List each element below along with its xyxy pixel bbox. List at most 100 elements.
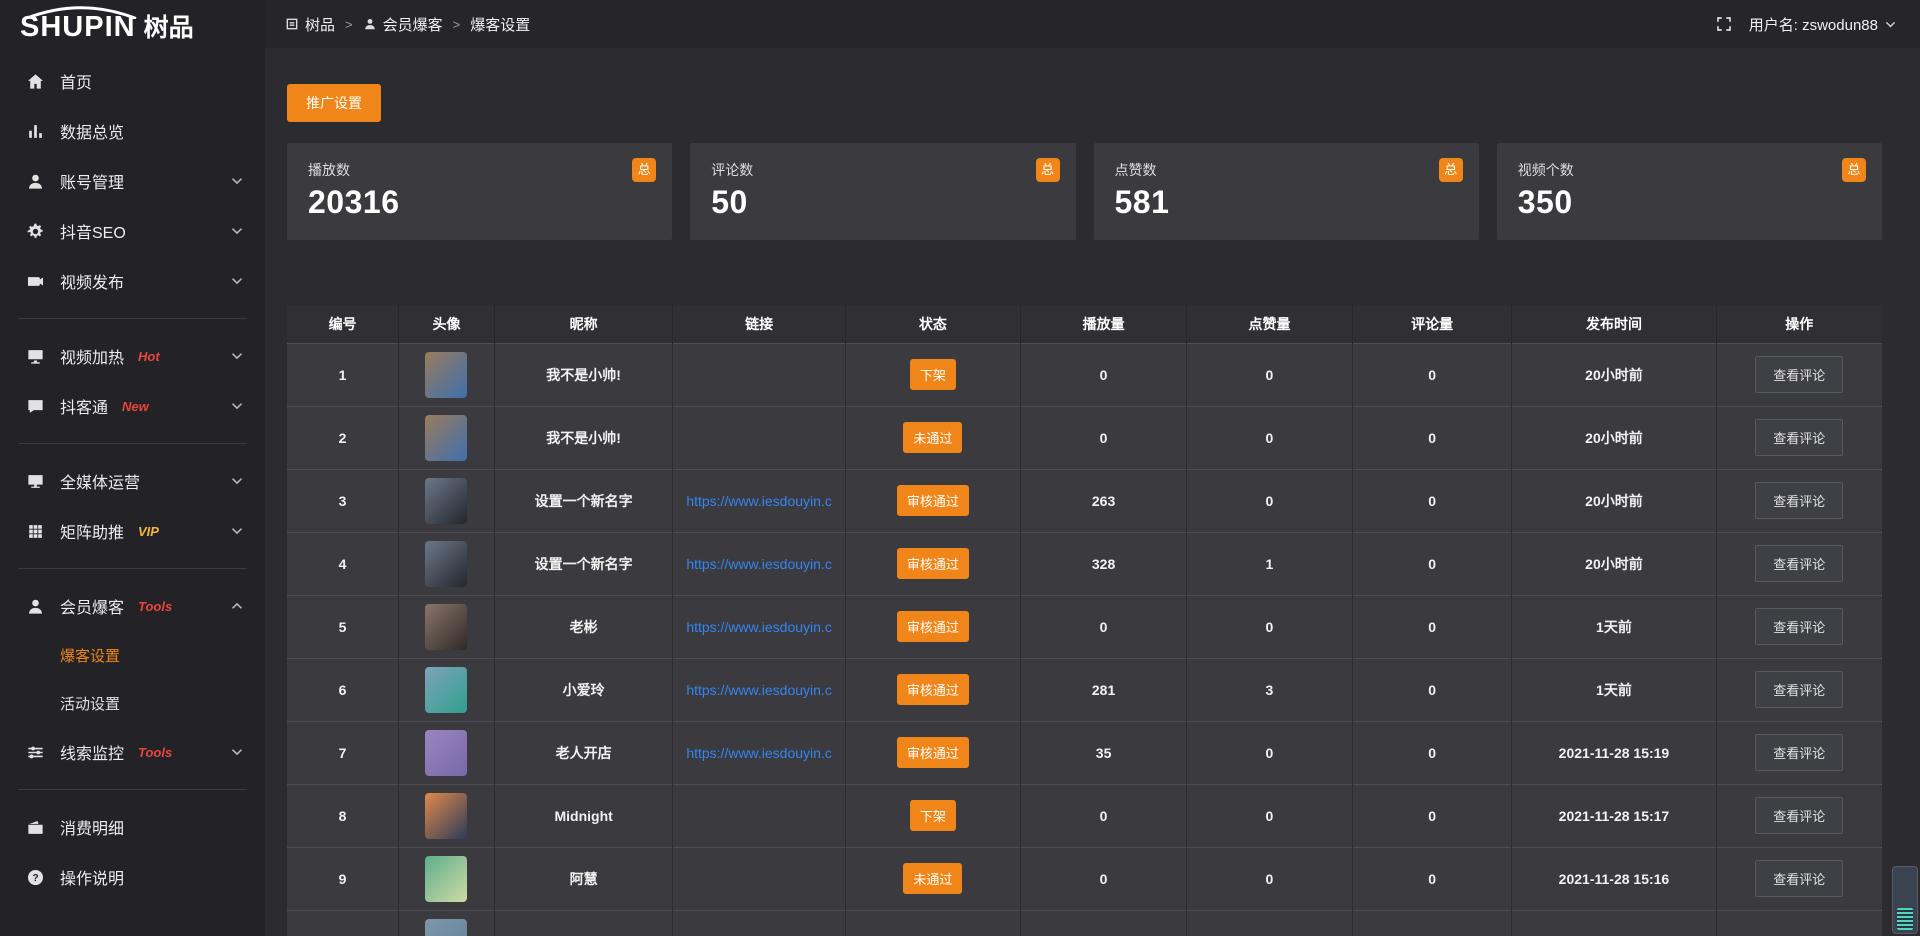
cell-number: 3 [287, 469, 399, 532]
cell-likes: 0 [1187, 784, 1353, 847]
cell-plays: 263 [1021, 469, 1187, 532]
cell-status: 审核通过 [845, 658, 1020, 721]
sidebar-item-label: 消费明细 [60, 815, 124, 839]
sidebar-item-matrix-boost[interactable]: 矩阵助推VIP [0, 506, 265, 556]
video-link[interactable]: https://www.iesdouyin.c [686, 682, 832, 698]
stat-card-plays: 播放数20316总 [287, 143, 672, 240]
chevron-down-icon [231, 177, 243, 185]
cell-comments: 0 [1352, 469, 1511, 532]
floating-widget-stripes [1897, 908, 1913, 930]
view-comments-button[interactable]: 查看评论 [1755, 419, 1843, 456]
cell-comments: 0 [1352, 532, 1511, 595]
sidebar-item-label: 抖客通 [60, 394, 108, 418]
video-link[interactable]: https://www.iesdouyin.c [686, 493, 832, 509]
sidebar-item-label: 全媒体运营 [60, 469, 140, 493]
cell-comments: 0 [1352, 721, 1511, 784]
cell-action: 查看评论 [1716, 532, 1882, 595]
cell-number: 7 [287, 721, 399, 784]
cell-status: 下架 [845, 343, 1020, 406]
sidebar-item-douketong[interactable]: 抖客通New [0, 381, 265, 431]
chevron-down-icon [231, 352, 243, 360]
fullscreen-icon[interactable] [1715, 15, 1733, 33]
cell-avatar [399, 469, 495, 532]
breadcrumb-item[interactable]: 爆客设置 [470, 14, 530, 35]
video-link[interactable]: https://www.iesdouyin.c [686, 745, 832, 761]
cell-publish-time: 20小时前 [1512, 406, 1716, 469]
floating-widget[interactable] [1892, 866, 1918, 934]
cell-publish-time: 20小时前 [1512, 343, 1716, 406]
breadcrumb-item[interactable]: 会员爆客 [363, 14, 443, 35]
chevron-down-icon [1885, 21, 1896, 28]
sidebar-item-video-publish[interactable]: 视频发布 [0, 256, 265, 306]
sidebar-item-video-heat[interactable]: 视频加热Hot [0, 331, 265, 381]
cell-avatar [399, 658, 495, 721]
view-comments-button[interactable]: 查看评论 [1755, 860, 1843, 897]
cell-comments: 0 [1352, 343, 1511, 406]
column-header: 评论量 [1352, 305, 1511, 343]
view-comments-button[interactable]: 查看评论 [1755, 356, 1843, 393]
avatar [425, 415, 467, 461]
breadcrumb-item[interactable]: 树品 [285, 14, 335, 35]
sidebar-item-douyin-seo[interactable]: 抖音SEO [0, 206, 265, 256]
chevron-up-icon [231, 602, 243, 610]
cell-number [287, 910, 399, 936]
avatar [425, 352, 467, 398]
sidebar-subitem-activity-settings[interactable]: 活动设置 [0, 679, 265, 727]
column-header: 昵称 [494, 305, 673, 343]
view-comments-button[interactable]: 查看评论 [1755, 671, 1843, 708]
promo-settings-button[interactable]: 推广设置 [287, 84, 381, 122]
sidebar-item-clue-monitor[interactable]: 线索监控Tools [0, 727, 265, 777]
cell-avatar [399, 721, 495, 784]
sidebar-subitem-baoke-settings[interactable]: 爆客设置 [0, 631, 265, 679]
cell-nickname [494, 910, 673, 936]
sidebar-item-home[interactable]: 首页 [0, 56, 265, 106]
cell-status: 未通过 [845, 406, 1020, 469]
sidebar-item-member-baoke[interactable]: 会员爆客Tools [0, 581, 265, 631]
cell-likes [1187, 910, 1353, 936]
cell-comments: 0 [1352, 595, 1511, 658]
cell-status [845, 910, 1020, 936]
view-comments-button[interactable]: 查看评论 [1755, 608, 1843, 645]
view-comments-button[interactable]: 查看评论 [1755, 797, 1843, 834]
sidebar-item-data-overview[interactable]: 数据总览 [0, 106, 265, 156]
sidebar-item-account-management[interactable]: 账号管理 [0, 156, 265, 206]
status-tag: 未通过 [903, 422, 962, 453]
cell-link [673, 910, 845, 936]
sidebar-item-badge: VIP [138, 524, 159, 539]
table-header-row: 编号头像昵称链接状态播放量点赞量评论量发布时间操作 [287, 305, 1882, 343]
cell-number: 1 [287, 343, 399, 406]
cell-comments: 0 [1352, 406, 1511, 469]
screen-icon [26, 347, 45, 366]
cell-plays: 0 [1021, 595, 1187, 658]
sidebar-divider [18, 568, 247, 569]
breadcrumb-label: 树品 [305, 14, 335, 35]
video-link[interactable]: https://www.iesdouyin.c [686, 556, 832, 572]
logo-arc [22, 6, 140, 19]
column-header: 头像 [399, 305, 495, 343]
sidebar-item-badge: Tools [138, 745, 172, 760]
view-comments-button[interactable]: 查看评论 [1755, 482, 1843, 519]
stat-card-videos: 视频个数350总 [1497, 143, 1882, 240]
cell-avatar [399, 784, 495, 847]
cell-publish-time: 2021-11-28 15:16 [1512, 847, 1716, 910]
table-row: 6小爱玲https://www.iesdouyin.c审核通过281301天前查… [287, 658, 1882, 721]
video-icon [26, 272, 45, 291]
table-row: 8Midnight下架0002021-11-28 15:17查看评论 [287, 784, 1882, 847]
video-link[interactable]: https://www.iesdouyin.c [686, 619, 832, 635]
view-comments-button[interactable]: 查看评论 [1755, 545, 1843, 582]
user-menu[interactable]: 用户名: zswodun88 [1749, 14, 1896, 35]
cell-status: 审核通过 [845, 469, 1020, 532]
avatar [425, 793, 467, 839]
sidebar-item-badge: Hot [138, 349, 160, 364]
cell-likes: 0 [1187, 406, 1353, 469]
cell-publish-time: 20小时前 [1512, 469, 1716, 532]
table-row [287, 910, 1882, 936]
monitor-icon [26, 472, 45, 491]
sidebar-item-omni-media[interactable]: 全媒体运营 [0, 456, 265, 506]
sidebar-item-operation-guide[interactable]: ?操作说明 [0, 852, 265, 902]
view-comments-button[interactable]: 查看评论 [1755, 734, 1843, 771]
cell-number: 4 [287, 532, 399, 595]
cell-action: 查看评论 [1716, 658, 1882, 721]
sidebar-item-consume-detail[interactable]: 消费明细 [0, 802, 265, 852]
cell-avatar [399, 406, 495, 469]
